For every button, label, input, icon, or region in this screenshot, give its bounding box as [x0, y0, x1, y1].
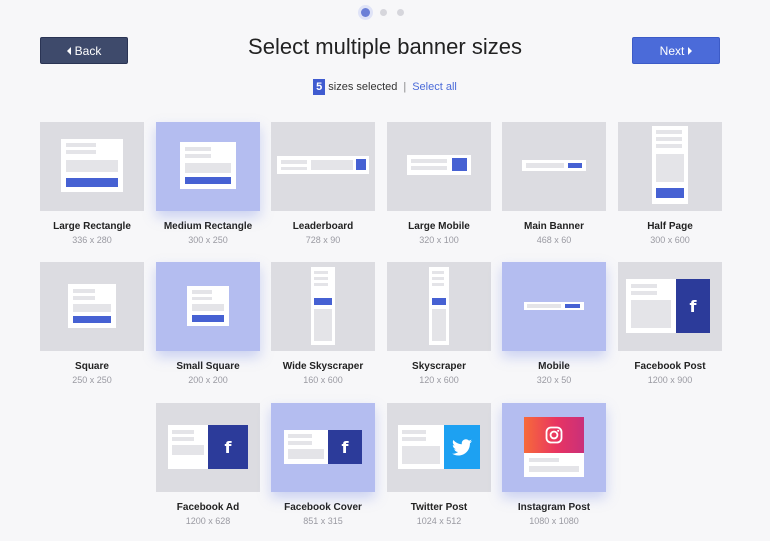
- banner-thumb: f: [618, 262, 722, 351]
- banner-thumb: [387, 122, 491, 211]
- banner-thumb: [40, 262, 144, 351]
- banner-name: Half Page: [647, 221, 693, 232]
- selected-count-text: sizes selected: [328, 81, 398, 93]
- banner-size: 160 x 600: [303, 375, 343, 385]
- selection-separator: |: [403, 81, 407, 93]
- banner-name: Large Mobile: [408, 221, 470, 232]
- banner-thumb: [271, 262, 375, 351]
- banner-name: Large Rectangle: [53, 221, 131, 232]
- banner-thumb: [156, 262, 260, 351]
- banner-size: 120 x 600: [419, 375, 459, 385]
- banner-name: Facebook Ad: [176, 502, 240, 513]
- banner-card-main-banner[interactable]: Main Banner 468 x 60: [502, 122, 606, 245]
- banner-size: 468 x 60: [536, 235, 572, 245]
- select-all-link[interactable]: Select all: [412, 81, 457, 93]
- facebook-icon: f: [676, 279, 710, 333]
- banner-card-small-square[interactable]: Small Square 200 x 200: [156, 262, 260, 385]
- facebook-icon: f: [208, 425, 248, 469]
- banner-size: 728 x 90: [305, 235, 341, 245]
- banner-size: 200 x 200: [188, 375, 228, 385]
- banner-name: Instagram Post: [517, 502, 591, 513]
- banner-card-large-rectangle[interactable]: Large Rectangle 336 x 280: [40, 122, 144, 245]
- banner-size: 250 x 250: [72, 375, 112, 385]
- banner-name: Small Square: [176, 361, 240, 372]
- banner-name: Square: [75, 361, 109, 372]
- banner-thumb: [618, 122, 722, 211]
- banner-name: Skyscraper: [412, 361, 466, 372]
- banner-card-mobile[interactable]: Mobile 320 x 50: [502, 262, 606, 385]
- next-button[interactable]: Next: [632, 37, 720, 64]
- banner-name: Leaderboard: [292, 221, 354, 232]
- banner-card-wide-skyscraper[interactable]: Wide Skyscraper 160 x 600: [271, 262, 375, 385]
- banner-size: 851 x 315: [303, 516, 343, 526]
- banner-name: Medium Rectangle: [163, 221, 253, 232]
- banner-thumb: [156, 122, 260, 211]
- selected-count-badge: 5: [313, 79, 326, 95]
- banner-size: 1080 x 1080: [529, 516, 579, 526]
- banner-name: Facebook Post: [634, 361, 706, 372]
- banner-card-medium-rectangle[interactable]: Medium Rectangle 300 x 250: [156, 122, 260, 245]
- twitter-icon: [444, 425, 480, 469]
- banner-size: 1024 x 512: [416, 516, 462, 526]
- banner-name: Twitter Post: [410, 502, 468, 513]
- caret-right-icon: [688, 46, 693, 55]
- pagination-dots: [361, 8, 404, 17]
- instagram-icon: [524, 417, 584, 453]
- banner-card-leaderboard[interactable]: Leaderboard 728 x 90: [271, 122, 375, 245]
- banner-size: 1200 x 900: [647, 375, 693, 385]
- banner-name: Mobile: [538, 361, 570, 372]
- banner-card-facebook-post[interactable]: f Facebook Post 1200 x 900: [618, 262, 722, 385]
- facebook-icon: f: [328, 430, 362, 464]
- banner-card-twitter-post[interactable]: Twitter Post 1024 x 512: [387, 403, 491, 526]
- banner-card-half-page[interactable]: Half Page 300 x 600: [618, 122, 722, 245]
- banner-card-instagram-post[interactable]: Instagram Post 1080 x 1080: [502, 403, 606, 526]
- banner-size: 300 x 600: [650, 235, 690, 245]
- banner-thumb: f: [271, 403, 375, 492]
- banner-thumb: [502, 262, 606, 351]
- banner-name: Main Banner: [523, 221, 584, 232]
- banner-size: 300 x 250: [188, 235, 228, 245]
- banner-card-skyscraper[interactable]: Skyscraper 120 x 600: [387, 262, 491, 385]
- banner-card-facebook-cover[interactable]: f Facebook Cover 851 x 315: [271, 403, 375, 526]
- pagination-dot-3[interactable]: [397, 9, 404, 16]
- banner-card-large-mobile[interactable]: Large Mobile 320 x 100: [387, 122, 491, 245]
- banner-size: 320 x 50: [536, 375, 572, 385]
- banner-card-square[interactable]: Square 250 x 250: [40, 262, 144, 385]
- banner-size: 336 x 280: [72, 235, 112, 245]
- banner-thumb: [40, 122, 144, 211]
- banner-thumb: [502, 122, 606, 211]
- selection-summary: 5 sizes selected | Select all: [0, 79, 770, 95]
- pagination-dot-1[interactable]: [361, 8, 370, 17]
- banner-card-facebook-ad[interactable]: f Facebook Ad 1200 x 628: [156, 403, 260, 526]
- next-button-label: Next: [659, 43, 685, 58]
- pagination-dot-2[interactable]: [380, 9, 387, 16]
- banner-size: 1200 x 628: [185, 516, 231, 526]
- banner-thumb: [387, 403, 491, 492]
- banner-name: Facebook Cover: [284, 502, 362, 513]
- banner-thumb: [271, 122, 375, 211]
- banner-size: 320 x 100: [419, 235, 459, 245]
- banner-thumb: [387, 262, 491, 351]
- banner-name: Wide Skyscraper: [282, 361, 364, 372]
- banner-thumb: f: [156, 403, 260, 492]
- banner-thumb: [502, 403, 606, 492]
